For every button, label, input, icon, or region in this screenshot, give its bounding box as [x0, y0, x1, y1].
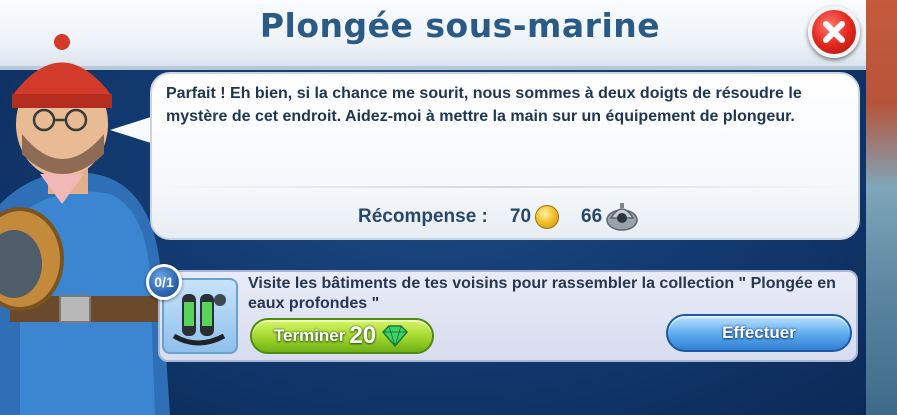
reward-divider [152, 186, 858, 188]
do-task-button[interactable]: Effectuer [666, 314, 852, 352]
reward-label: Récompense : [358, 206, 488, 227]
diver-character [0, 34, 170, 415]
diving-helmet-icon [606, 203, 638, 231]
dialog-title: Plongée sous-marine [259, 6, 661, 45]
close-icon [823, 21, 845, 43]
close-button[interactable] [808, 6, 860, 58]
quest-dialog: Plongée sous-marine Parfait ! Eh bien, s… [0, 0, 866, 415]
finish-now-button[interactable]: Terminer 20 [250, 318, 434, 354]
gem-icon [382, 325, 409, 348]
speech-bubble-tail [110, 116, 154, 144]
reward-row: Récompense : 70 66 [358, 202, 638, 232]
quest-task-row: Visite les bâtiments de tes voisins pour… [158, 270, 858, 362]
finish-label: Terminer [273, 326, 346, 345]
do-task-label: Effectuer [722, 323, 796, 342]
speech-bubble: Parfait ! Eh bien, si la chance me souri… [150, 72, 860, 240]
reward-coins-value: 70 [509, 206, 532, 227]
reward-xp-value: 66 [581, 206, 603, 227]
game-window: Plongée sous-marine Parfait ! Eh bien, s… [0, 0, 897, 415]
finish-cost: 20 [349, 322, 377, 349]
quest-description: Visite les bâtiments de tes voisins pour… [248, 275, 836, 312]
quest-progress-badge: 0/1 [146, 264, 182, 300]
coin-icon [535, 205, 560, 229]
speech-text: Parfait ! Eh bien, si la chance me souri… [166, 85, 802, 125]
